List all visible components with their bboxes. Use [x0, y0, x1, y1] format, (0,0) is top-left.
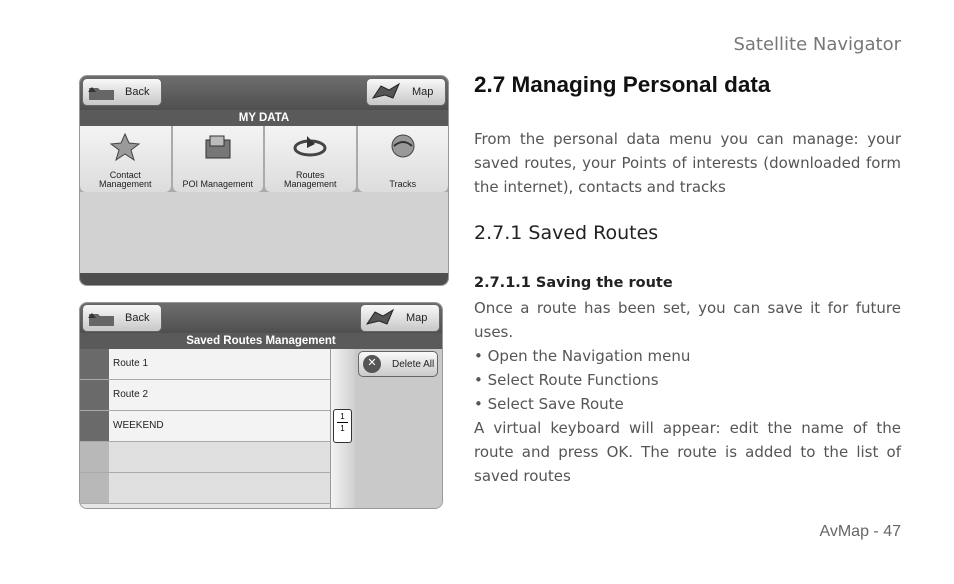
top-bar: Back Map	[80, 303, 442, 333]
map-icon	[365, 308, 395, 325]
body-line: A virtual keyboard will appear: edit the…	[474, 419, 901, 485]
tile-label: Routes Management	[283, 170, 337, 189]
bullet-item: • Select Route Functions	[474, 371, 659, 389]
page-divider	[337, 422, 348, 423]
bottom-bar	[80, 273, 448, 285]
map-icon	[371, 82, 401, 99]
tile-label: Tracks	[389, 179, 417, 189]
page-header-title: Satellite Navigator	[733, 34, 901, 55]
back-button[interactable]: Back	[82, 78, 162, 106]
saved-routes-screenshot: Back Map Saved Routes Management Route 1…	[79, 302, 443, 509]
top-bar: Back Map	[80, 76, 448, 110]
page-indicator[interactable]: 1 1	[333, 409, 352, 443]
folder-back-icon	[88, 87, 114, 100]
content-area	[80, 192, 448, 273]
screen-title: Saved Routes Management	[80, 333, 442, 349]
gear-icon	[80, 411, 109, 441]
close-icon	[363, 355, 381, 373]
body-line: Once a route has been set, you can save …	[474, 299, 901, 341]
route-name: Route 2	[113, 389, 149, 400]
back-button[interactable]: Back	[82, 304, 162, 332]
map-label: Map	[412, 86, 434, 98]
route-name: WEEKEND	[113, 420, 164, 431]
my-data-screenshot: Back Map MY DATA Contact Management POI …	[79, 75, 449, 286]
row-icon-slot	[80, 442, 109, 472]
menu-tiles: Contact Management POI Management Routes…	[80, 126, 448, 192]
tile-routes-management[interactable]: Routes Management	[265, 126, 356, 192]
page-total: 1	[340, 424, 345, 433]
row-icon-slot	[80, 473, 109, 503]
empty-row	[80, 442, 330, 473]
route-row[interactable]: Route 2	[80, 380, 330, 411]
route-row[interactable]: Route 1	[80, 349, 330, 380]
poi-icon	[205, 135, 231, 159]
back-label: Back	[125, 312, 150, 324]
delete-all-button[interactable]: Delete All	[358, 351, 438, 377]
folder-back-icon	[88, 313, 114, 326]
intro-paragraph: From the personal data menu you can mana…	[474, 130, 901, 196]
route-icon	[80, 380, 109, 410]
route-icon	[80, 349, 109, 379]
scrollbar[interactable]: 1 1	[330, 349, 355, 508]
subsubsection-heading: 2.7.1.1 Saving the route	[474, 275, 673, 291]
contact-icon	[109, 132, 141, 162]
bullet-item: • Open the Navigation menu	[474, 347, 691, 365]
map-button[interactable]: Map	[366, 78, 446, 106]
routes-icon	[293, 136, 327, 157]
side-panel: Delete All	[355, 349, 442, 508]
route-row[interactable]: WEEKEND	[80, 411, 330, 442]
subsection-heading: 2.7.1 Saved Routes	[474, 222, 659, 244]
map-button[interactable]: Map	[360, 304, 440, 332]
route-name: Route 1	[113, 358, 149, 369]
empty-row	[80, 473, 330, 504]
page-current: 1	[340, 412, 345, 421]
page-number: AvMap - 47	[819, 523, 901, 540]
screen-title: MY DATA	[80, 110, 448, 126]
tile-contact-management[interactable]: Contact Management	[80, 126, 171, 192]
routes-list: Route 1 Route 2 WEEKEND	[80, 349, 330, 508]
bullet-item: • Select Save Route	[474, 395, 624, 413]
tile-label: Contact Management	[98, 170, 152, 189]
tile-tracks[interactable]: Tracks	[357, 126, 448, 192]
body-paragraph: Once a route has been set, you can save …	[474, 296, 901, 488]
tracks-icon	[391, 134, 415, 158]
section-heading: 2.7 Managing Personal data	[474, 72, 771, 97]
tile-poi-management[interactable]: POI Management	[172, 126, 263, 192]
map-label: Map	[406, 312, 428, 324]
delete-all-label: Delete All	[392, 359, 435, 370]
back-label: Back	[125, 86, 150, 98]
tile-label: POI Management	[182, 179, 254, 189]
